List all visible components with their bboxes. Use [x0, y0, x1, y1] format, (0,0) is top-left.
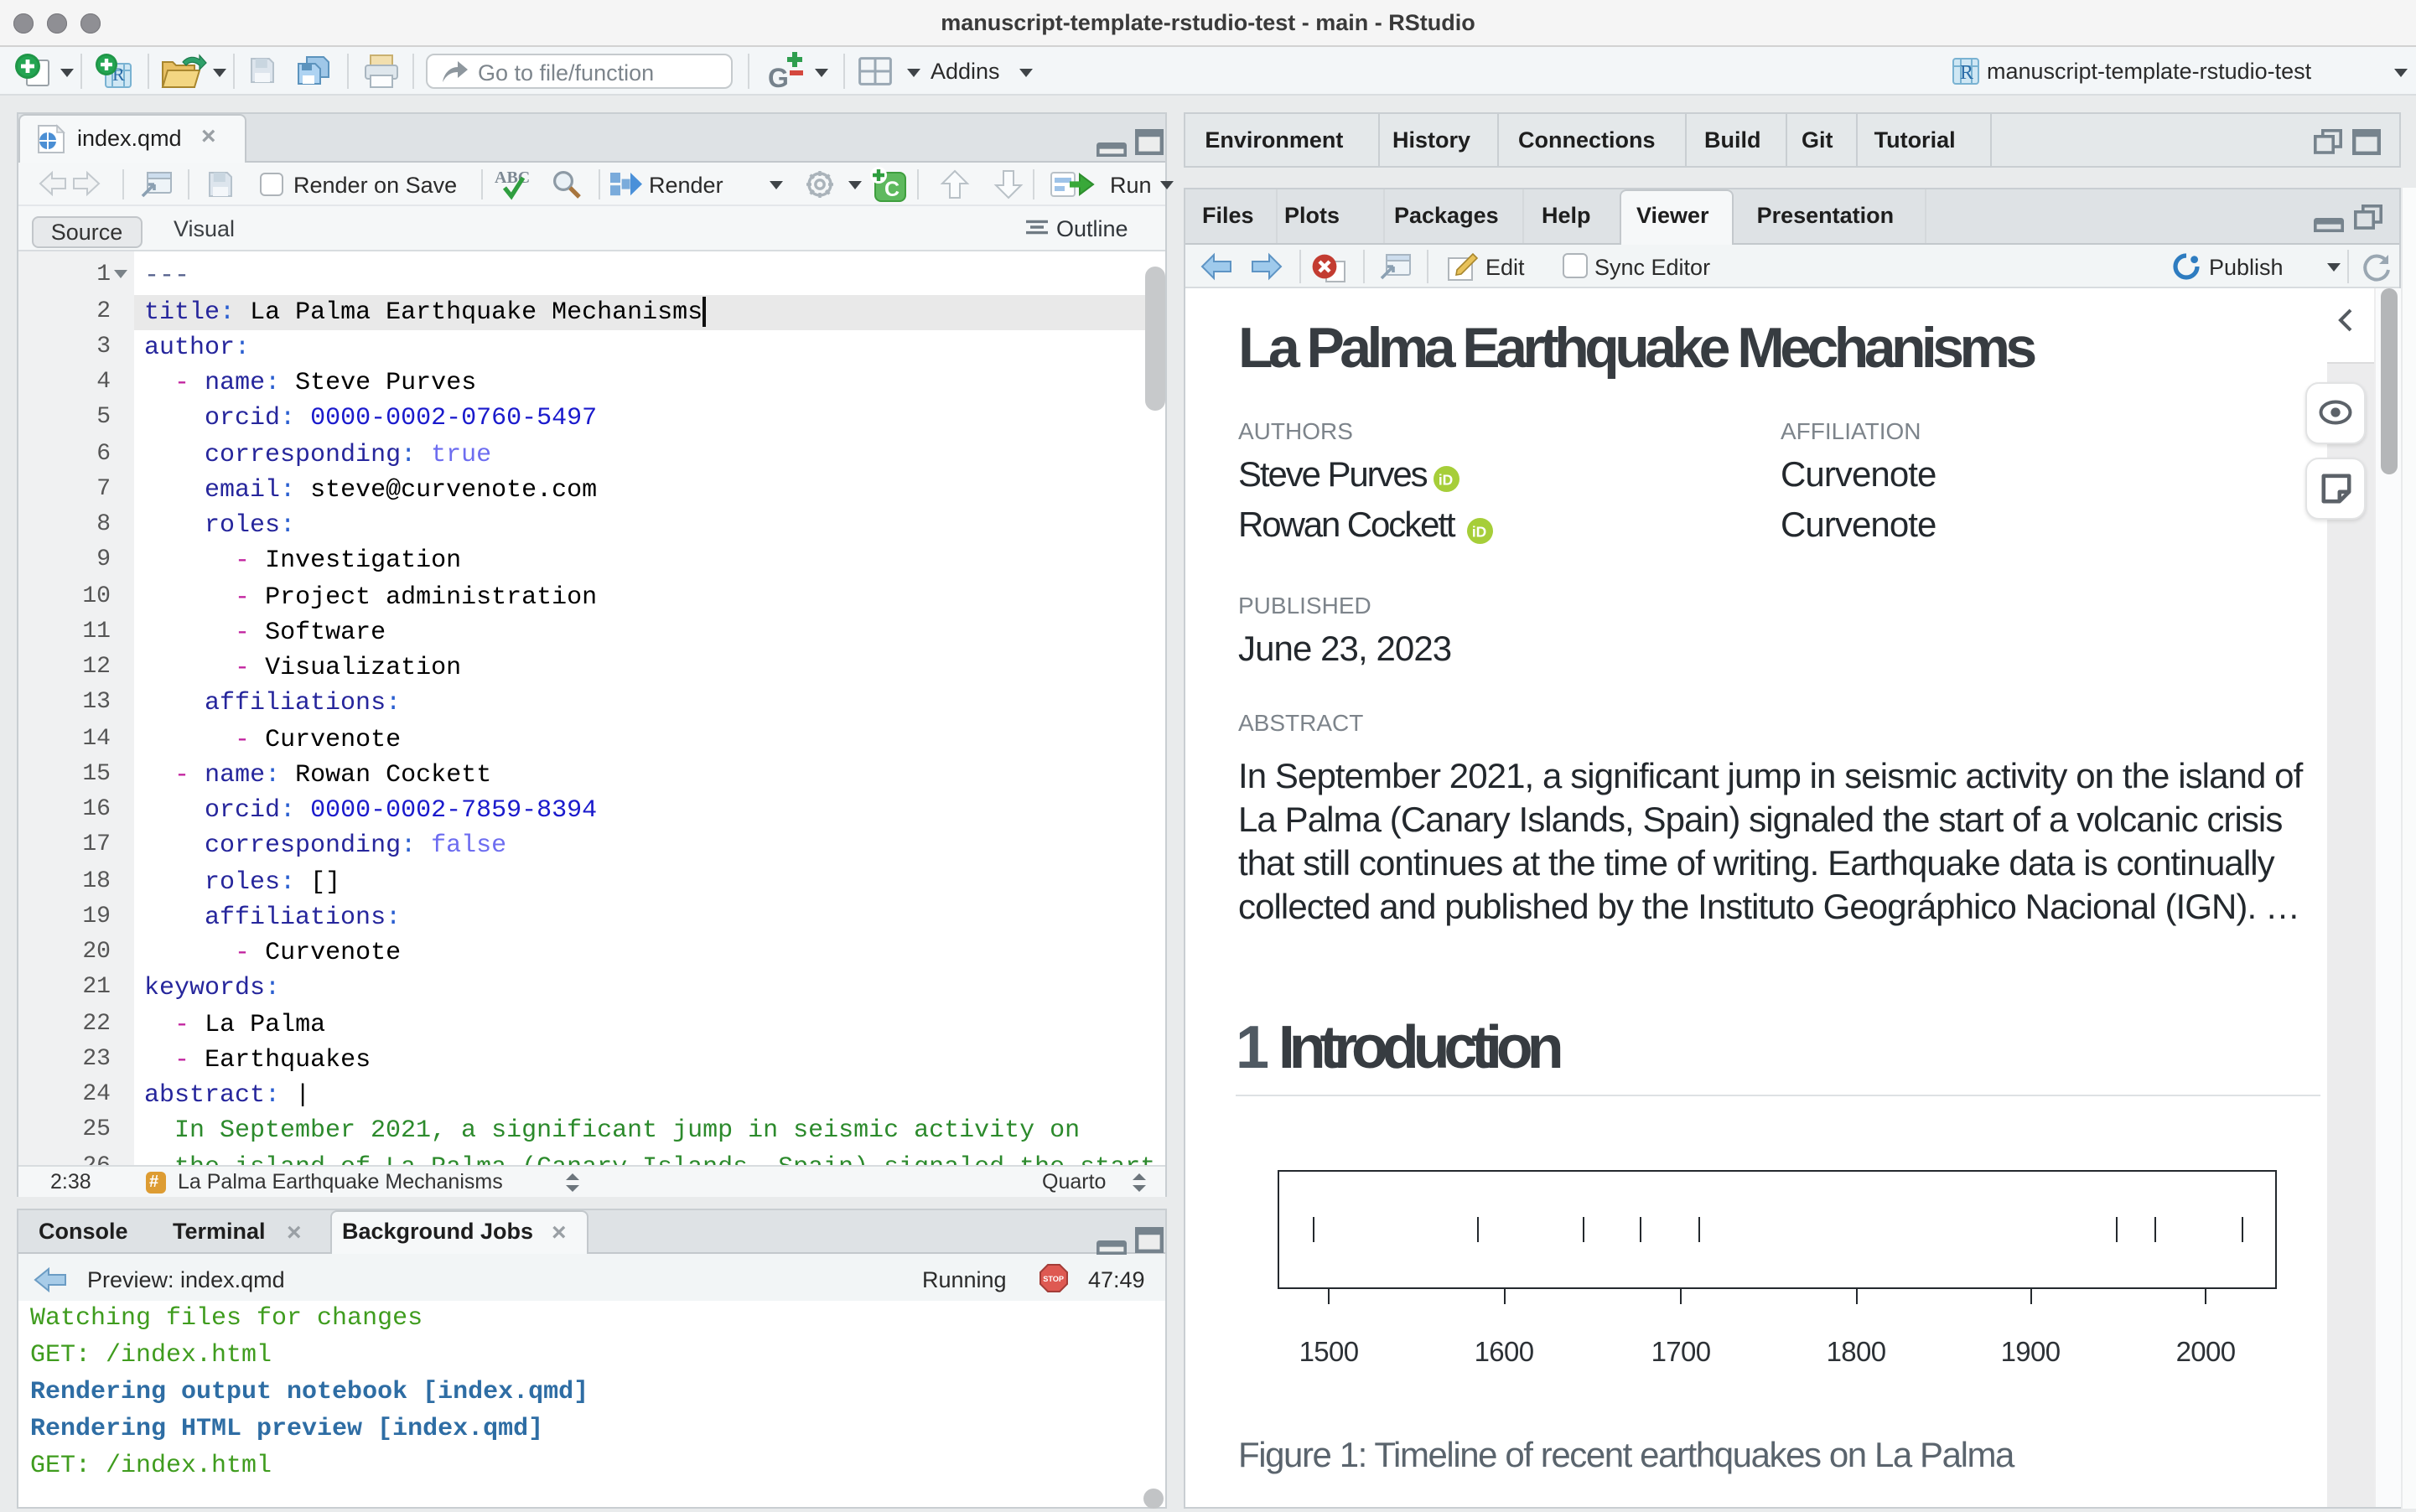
- svg-text:G: G: [768, 63, 789, 93]
- svg-text:STOP: STOP: [1043, 1274, 1064, 1282]
- svg-text:C: C: [884, 177, 900, 200]
- svg-text:iD: iD: [1472, 522, 1486, 539]
- svg-text:iD: iD: [1439, 471, 1453, 488]
- svg-text:ABC: ABC: [495, 168, 530, 186]
- svg-text:R: R: [1960, 62, 1973, 84]
